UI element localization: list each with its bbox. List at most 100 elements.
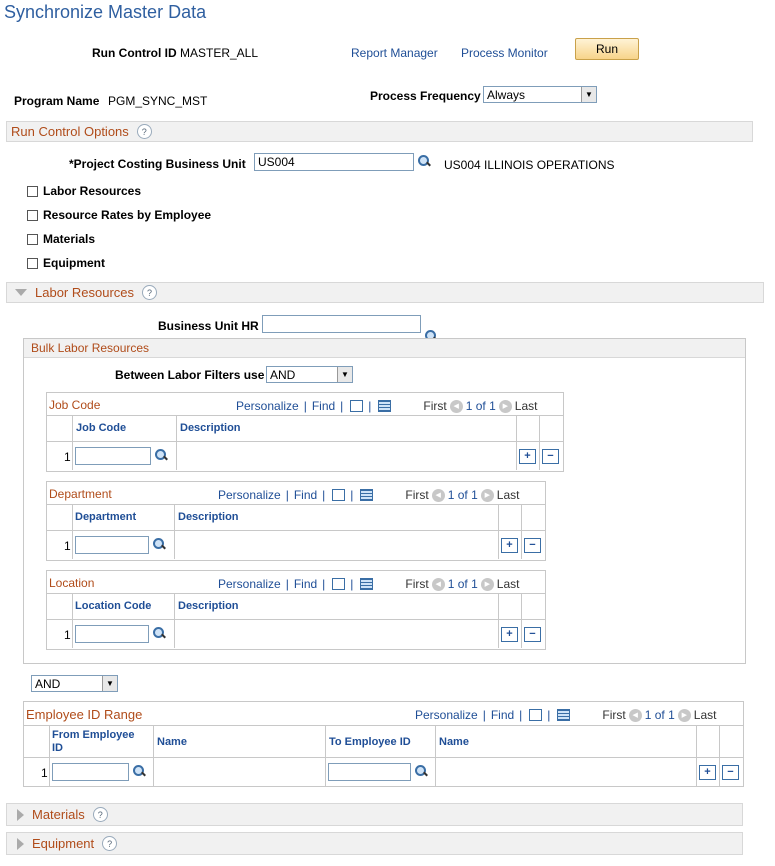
find-link[interactable]: Find	[294, 488, 317, 502]
previous-icon[interactable]: ◀	[431, 577, 445, 591]
view-all-icon[interactable]	[350, 400, 364, 412]
find-link[interactable]: Find	[312, 399, 335, 413]
first-label[interactable]: First	[602, 708, 625, 722]
download-grid-icon[interactable]	[360, 489, 374, 501]
lookup-icon[interactable]	[417, 155, 430, 168]
personalize-link[interactable]: Personalize	[218, 577, 281, 591]
find-link[interactable]: Find	[491, 708, 514, 722]
employee-grid-header: Employee ID Range Personalize | Find | |…	[24, 702, 743, 724]
between-filters-value: AND	[270, 367, 296, 382]
add-row-button[interactable]: +	[699, 765, 716, 780]
column-header-description[interactable]: Description	[178, 600, 239, 612]
last-label[interactable]: Last	[497, 488, 520, 502]
program-name-label: Program Name	[14, 94, 100, 108]
department-input[interactable]	[75, 536, 149, 554]
department-grid-title: Department	[49, 487, 112, 501]
help-icon[interactable]: ?	[136, 124, 152, 139]
previous-icon[interactable]: ◀	[431, 488, 445, 502]
report-manager-link[interactable]: Report Manager	[351, 46, 438, 60]
labor-resources-section-header[interactable]: Labor Resources ?	[6, 282, 764, 303]
run-button[interactable]: Run	[575, 38, 639, 60]
add-row-button[interactable]: +	[519, 449, 536, 464]
column-header-description[interactable]: Description	[180, 422, 241, 434]
add-row-button[interactable]: +	[501, 627, 518, 642]
between-filters-label: Between Labor Filters use	[115, 368, 265, 382]
lookup-icon[interactable]	[154, 449, 167, 462]
materials-section-header[interactable]: Materials ?	[6, 803, 743, 826]
download-grid-icon[interactable]	[557, 709, 571, 721]
view-all-icon[interactable]	[332, 489, 346, 501]
last-label[interactable]: Last	[515, 399, 538, 413]
column-header-department[interactable]: Department	[75, 511, 136, 523]
column-header-to-employee-id[interactable]: To Employee ID	[329, 736, 411, 748]
personalize-link[interactable]: Personalize	[218, 488, 281, 502]
equipment-section-header[interactable]: Equipment ?	[6, 832, 743, 855]
delete-row-button[interactable]: −	[524, 538, 541, 553]
run-control-options-title: Run Control Options	[11, 124, 129, 139]
materials-checkbox[interactable]	[27, 233, 38, 245]
column-header-job-code[interactable]: Job Code	[76, 422, 126, 434]
view-all-icon[interactable]	[529, 709, 543, 721]
job-code-grid-header: Job Code Personalize | Find | | First ◀ …	[47, 393, 563, 415]
expand-triangle-icon[interactable]	[17, 837, 24, 850]
lookup-icon[interactable]	[414, 765, 427, 778]
personalize-link[interactable]: Personalize	[415, 708, 478, 722]
expand-triangle-icon[interactable]	[17, 808, 24, 821]
delete-row-button[interactable]: −	[722, 765, 739, 780]
between-filters-select[interactable]: AND ▼	[266, 366, 353, 383]
help-icon[interactable]: ?	[142, 285, 157, 300]
last-label[interactable]: Last	[694, 708, 717, 722]
job-code-grid-title: Job Code	[49, 398, 101, 412]
equipment-checkbox[interactable]	[27, 257, 38, 269]
table-row: 1 + −	[47, 531, 545, 559]
materials-checkbox-row[interactable]: Materials	[27, 232, 95, 246]
job-code-input[interactable]	[75, 447, 151, 465]
equipment-checkbox-row[interactable]: Equipment	[27, 256, 105, 270]
lookup-icon[interactable]	[152, 627, 165, 640]
resource-rates-checkbox[interactable]	[27, 209, 38, 221]
find-link[interactable]: Find	[294, 577, 317, 591]
first-label[interactable]: First	[405, 488, 428, 502]
collapse-triangle-icon[interactable]	[15, 289, 27, 296]
download-grid-icon[interactable]	[378, 400, 392, 412]
next-icon[interactable]: ▶	[498, 399, 512, 413]
previous-icon[interactable]: ◀	[628, 708, 642, 722]
job-code-grid: Job Code Personalize | Find | | First ◀ …	[46, 392, 564, 472]
resource-rates-checkbox-label: Resource Rates by Employee	[43, 208, 212, 222]
next-icon[interactable]: ▶	[677, 708, 691, 722]
lookup-icon[interactable]	[152, 538, 165, 551]
add-row-button[interactable]: +	[501, 538, 518, 553]
first-label[interactable]: First	[423, 399, 446, 413]
lookup-icon[interactable]	[132, 765, 145, 778]
help-icon[interactable]: ?	[102, 836, 118, 851]
process-monitor-link[interactable]: Process Monitor	[461, 46, 548, 60]
previous-icon[interactable]: ◀	[449, 399, 463, 413]
bulk-employee-operator-select[interactable]: AND ▼	[31, 675, 118, 692]
next-icon[interactable]: ▶	[480, 577, 494, 591]
column-header-description[interactable]: Description	[178, 511, 239, 523]
from-employee-id-input[interactable]	[52, 763, 129, 781]
personalize-link[interactable]: Personalize	[236, 399, 299, 413]
next-icon[interactable]: ▶	[480, 488, 494, 502]
view-all-icon[interactable]	[332, 578, 346, 590]
first-label[interactable]: First	[405, 577, 428, 591]
delete-row-button[interactable]: −	[542, 449, 559, 464]
labor-resources-checkbox[interactable]	[27, 185, 38, 197]
help-icon[interactable]: ?	[92, 807, 108, 822]
process-frequency-select[interactable]: Always ▼	[483, 86, 597, 103]
employee-grid-nav: Personalize | Find | | First ◀ 1 of 1 ▶ …	[415, 708, 717, 722]
column-header-location-code[interactable]: Location Code	[75, 600, 151, 612]
column-header-name[interactable]: Name	[439, 736, 469, 748]
to-employee-id-input[interactable]	[328, 763, 411, 781]
labor-resources-checkbox-row[interactable]: Labor Resources	[27, 184, 141, 198]
column-header-from-employee-id[interactable]: From Employee ID	[52, 729, 135, 755]
location-code-input[interactable]	[75, 625, 149, 643]
project-bu-input[interactable]: US004	[254, 153, 414, 171]
last-label[interactable]: Last	[497, 577, 520, 591]
download-grid-icon[interactable]	[360, 578, 374, 590]
bu-hr-input[interactable]	[262, 315, 421, 333]
resource-rates-checkbox-row[interactable]: Resource Rates by Employee	[27, 208, 211, 222]
row-number: 1	[64, 539, 71, 553]
column-header-name[interactable]: Name	[157, 736, 187, 748]
delete-row-button[interactable]: −	[524, 627, 541, 642]
